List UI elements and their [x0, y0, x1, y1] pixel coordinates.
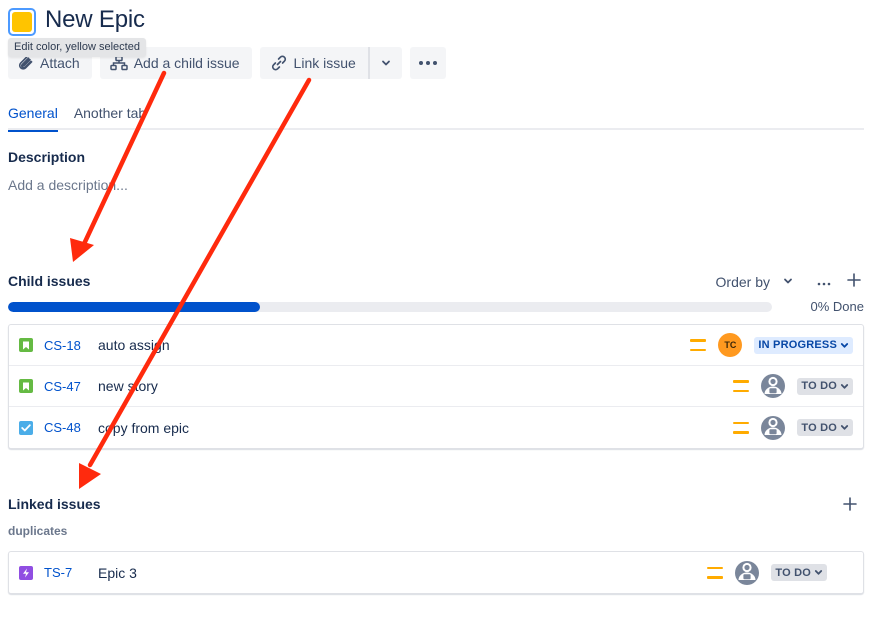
status-dropdown[interactable]: IN PROGRESS: [754, 336, 853, 354]
issue-row[interactable]: CS-47 new story TO DO: [9, 366, 863, 407]
priority-medium-icon: [707, 566, 724, 579]
epic-icon: [19, 565, 33, 580]
attach-label: Attach: [40, 55, 80, 71]
chevron-down-icon: [840, 382, 849, 391]
tab-another[interactable]: Another tab: [74, 102, 146, 130]
issue-key-link[interactable]: TS-7: [44, 565, 98, 580]
status-dropdown[interactable]: TO DO: [771, 564, 827, 581]
task-icon: [19, 420, 33, 435]
issue-summary[interactable]: copy from epic: [98, 420, 733, 436]
priority-medium-icon: [733, 380, 750, 392]
color-tooltip: Edit color, yellow selected: [8, 38, 146, 57]
issue-key-link[interactable]: CS-48: [44, 420, 98, 435]
child-issues-progress-bar: [8, 302, 772, 312]
link-icon: [270, 54, 288, 72]
progress-done-label: 0% Done: [810, 299, 864, 314]
priority-medium-icon: [733, 421, 750, 434]
child-issues-more-button[interactable]: [814, 272, 834, 292]
linked-issues-heading: Linked issues: [8, 496, 101, 512]
chevron-down-icon: [380, 57, 392, 69]
issue-row[interactable]: TS-7 Epic 3 TO DO: [9, 552, 863, 593]
issue-summary[interactable]: auto assign: [98, 337, 690, 353]
chevron-down-icon: [782, 274, 794, 290]
order-by-label: Order by: [715, 274, 770, 290]
plus-icon: [843, 496, 857, 516]
status-label: TO DO: [801, 380, 837, 392]
add-linked-issue-button[interactable]: [840, 496, 860, 516]
linked-issues-list: TS-7 Epic 3 TO DO: [8, 551, 864, 594]
description-input[interactable]: Add a description...: [8, 177, 308, 193]
issue-row[interactable]: CS-18 auto assign TC IN PROGRESS: [9, 325, 863, 366]
order-by-dropdown[interactable]: Order by: [716, 274, 794, 290]
progress-in-progress-segment: [8, 302, 261, 312]
issue-row-meta: TO DO: [733, 374, 853, 398]
chevron-down-icon: [840, 423, 849, 432]
more-horizontal-icon: [817, 273, 831, 291]
plus-icon: [847, 272, 861, 292]
link-issue-split-button: Link issue: [259, 47, 402, 79]
story-icon: [19, 338, 33, 352]
description-heading: Description: [8, 149, 86, 165]
add-child-button[interactable]: [844, 272, 864, 292]
more-horizontal-icon: [418, 60, 438, 66]
issue-key-link[interactable]: CS-18: [44, 338, 98, 353]
unassigned-avatar[interactable]: [761, 415, 786, 440]
issue-key-link[interactable]: CS-47: [44, 379, 98, 394]
issue-row[interactable]: CS-48 copy from epic TO DO: [9, 407, 863, 448]
user-icon: [735, 561, 759, 585]
tab-bar: General Another tab: [8, 102, 864, 132]
more-actions-button[interactable]: [409, 47, 446, 79]
child-issues-heading: Child issues: [8, 273, 91, 289]
link-type-label: duplicates: [8, 524, 68, 538]
unassigned-avatar[interactable]: [735, 560, 760, 585]
assignee-avatar[interactable]: TC: [718, 333, 743, 357]
user-icon: [761, 416, 785, 440]
status-label: TO DO: [775, 566, 811, 579]
issue-row-meta: TC IN PROGRESS: [690, 333, 853, 357]
epic-color-fill: [12, 12, 32, 32]
story-icon: [19, 379, 33, 393]
link-issue-dropdown-button[interactable]: [369, 47, 402, 79]
hierarchy-icon: [109, 55, 128, 71]
status-label: TO DO: [801, 421, 837, 434]
issue-summary[interactable]: Epic 3: [98, 565, 707, 581]
link-issue-button[interactable]: Link issue: [259, 47, 368, 79]
tab-general[interactable]: General: [8, 102, 58, 132]
chevron-down-icon: [840, 341, 849, 350]
status-dropdown[interactable]: TO DO: [797, 377, 853, 395]
link-issue-label: Link issue: [293, 55, 356, 71]
paperclip-icon: [18, 55, 34, 71]
add-child-issue-label: Add a child issue: [133, 55, 240, 71]
child-issues-list: CS-18 auto assign TC IN PROGRESS CS-47 n…: [8, 324, 864, 449]
issue-row-meta: TO DO: [733, 415, 853, 440]
epic-color-picker[interactable]: [8, 8, 36, 36]
page-title[interactable]: New Epic: [45, 6, 145, 34]
issue-summary[interactable]: new story: [98, 378, 733, 394]
priority-medium-icon: [690, 339, 707, 351]
chevron-down-icon: [814, 568, 823, 577]
status-dropdown[interactable]: TO DO: [797, 419, 853, 436]
unassigned-avatar[interactable]: [761, 374, 786, 398]
child-issues-controls: Order by: [716, 272, 864, 292]
issue-row-meta: TO DO: [707, 560, 827, 585]
user-icon: [761, 374, 785, 398]
status-label: IN PROGRESS: [758, 339, 837, 351]
